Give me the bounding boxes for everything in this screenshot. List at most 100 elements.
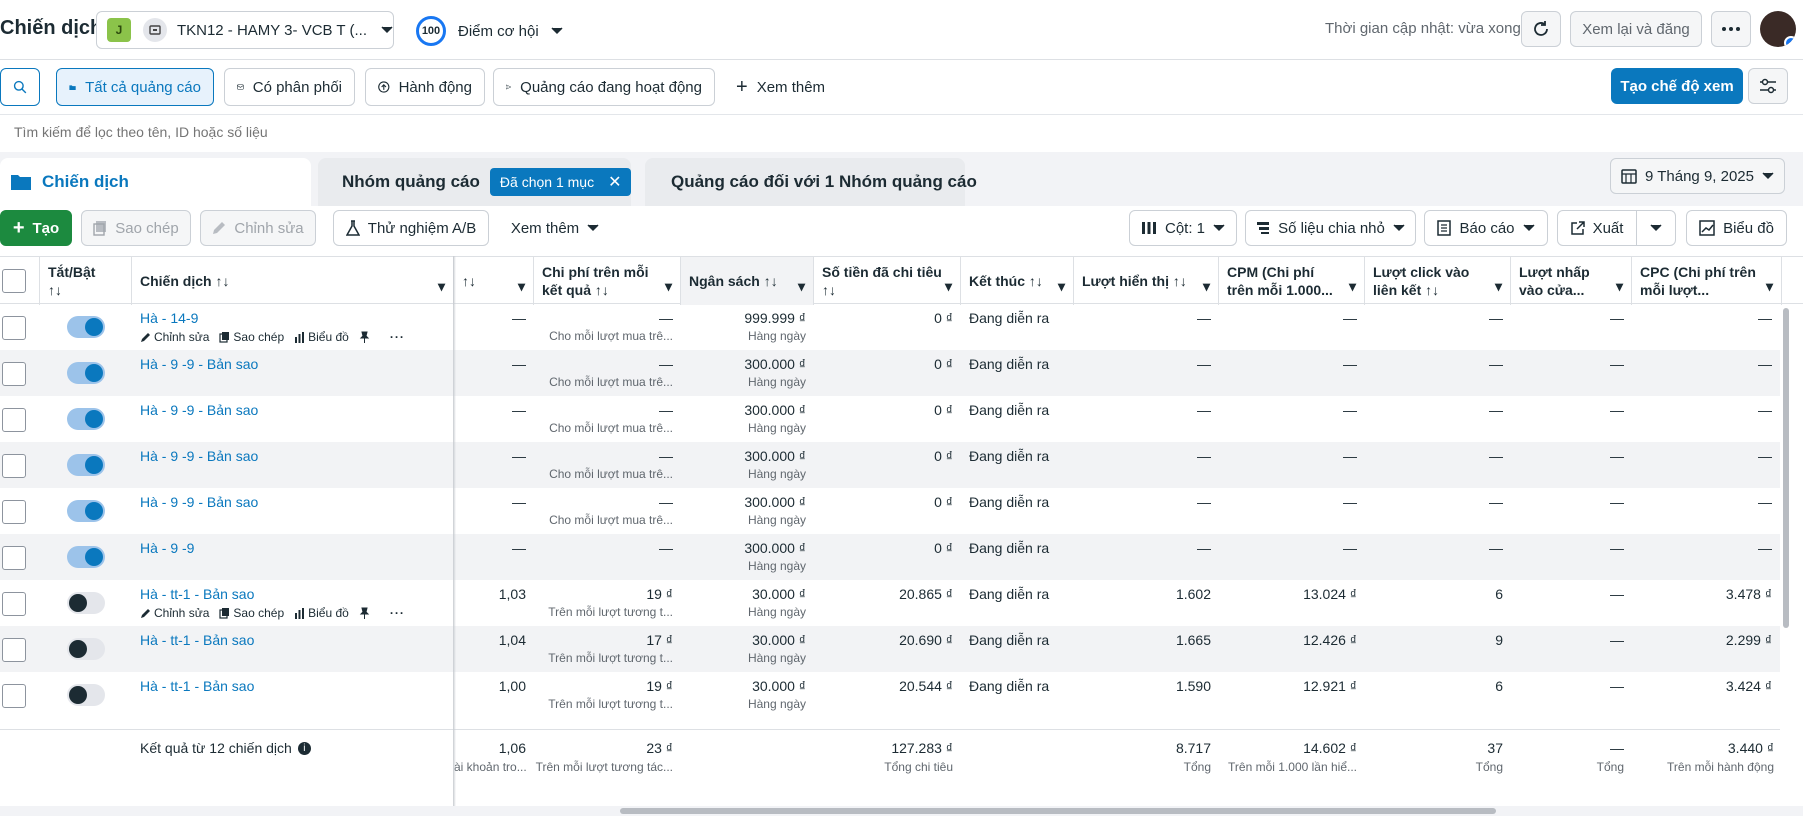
table-row[interactable]: Hà - 9 -9 - Bản sao — — Cho mỗi lượt mua tr… <box>0 396 1780 442</box>
header-result-rate[interactable]: ↑↓ ▾ <box>454 257 534 305</box>
campaign-toggle[interactable] <box>67 454 105 476</box>
columns-button[interactable]: Cột: 1 <box>1129 210 1237 246</box>
row-checkbox[interactable] <box>2 592 26 616</box>
campaign-name-link[interactable]: Hà - 9 -9 - Bản sao <box>140 356 258 372</box>
chart-button[interactable]: Biểu đồ <box>1686 210 1787 246</box>
reports-button[interactable]: Báo cáo <box>1424 210 1548 246</box>
ab-test-button[interactable]: Thử nghiệm A/B <box>333 210 489 246</box>
refresh-button[interactable] <box>1521 11 1561 47</box>
chevron-down-icon[interactable]: ▾ <box>1058 277 1065 295</box>
more-icon[interactable]: ··· <box>390 606 405 620</box>
breakdown-button[interactable]: Số liệu chia nhỏ <box>1245 210 1416 246</box>
opportunity-score[interactable]: 100 Điểm cơ hội <box>416 16 563 46</box>
filter-all-ads[interactable]: Tất cả quảng cáo <box>56 68 214 106</box>
avatar[interactable] <box>1760 11 1796 47</box>
filter-actions[interactable]: Hành động <box>365 68 485 106</box>
campaign-toggle[interactable] <box>67 684 105 706</box>
table-row[interactable]: Hà - tt-1 - Bản sao 1,04 17 ₫ Trên mỗi lượt… <box>0 626 1780 672</box>
review-publish-button[interactable]: Xem lại và đăng <box>1570 11 1702 47</box>
campaign-name-link[interactable]: Hà - 9 -9 - Bản sao <box>140 494 258 510</box>
chevron-down-icon[interactable]: ▾ <box>665 277 672 295</box>
row-checkbox[interactable] <box>2 316 26 340</box>
row-checkbox[interactable] <box>2 454 26 478</box>
vertical-scrollbar-thumb[interactable] <box>1783 308 1789 628</box>
select-all-checkbox[interactable] <box>2 269 26 293</box>
header-shop-clicks[interactable]: Lượt nhấp vào cửa... ▾ <box>1511 257 1632 305</box>
table-row[interactable]: Hà - 9 -9 - Bản sao — — Cho mỗi lượt mua tr… <box>0 488 1780 534</box>
header-campaign[interactable]: Chiến dịch ↑↓ ▾ <box>132 257 454 305</box>
row-chart-action[interactable]: Biểu đồ <box>294 606 349 620</box>
header-cost-per-result[interactable]: Chi phí trên mỗi kết quả ↑↓ ▾ <box>534 257 681 305</box>
header-impressions[interactable]: Lượt hiển thị ↑↓ ▾ <box>1074 257 1219 305</box>
duplicate-button[interactable]: Sao chép <box>81 210 191 246</box>
campaign-name-link[interactable]: Hà - 9 -9 - Bản sao <box>140 448 258 464</box>
chevron-down-icon[interactable]: ▾ <box>945 277 952 295</box>
row-checkbox[interactable] <box>2 362 26 386</box>
campaign-name-link[interactable]: Hà - 9 -9 - Bản sao <box>140 402 258 418</box>
row-edit-action[interactable]: Chỉnh sửa <box>140 330 209 344</box>
chevron-down-icon[interactable]: ▾ <box>1495 277 1502 295</box>
campaign-name-link[interactable]: Hà - tt-1 - Bản sao <box>140 678 254 694</box>
header-budget[interactable]: Ngân sách ↑↓ ▾ <box>681 257 814 305</box>
chevron-down-icon[interactable]: ▾ <box>1616 277 1623 295</box>
header-toggle[interactable]: Tắt/Bật ↑↓ <box>40 257 132 305</box>
row-checkbox[interactable] <box>2 684 26 708</box>
search-button[interactable] <box>0 68 40 106</box>
close-icon[interactable]: ✕ <box>608 172 621 192</box>
chevron-down-icon[interactable]: ▾ <box>438 277 445 295</box>
table-row[interactable]: Hà - tt-1 - Bản sao 1,00 19 ₫ Trên mỗi lượt… <box>0 672 1780 718</box>
more-options-button[interactable] <box>1711 11 1751 47</box>
campaign-toggle[interactable] <box>67 500 105 522</box>
campaign-toggle[interactable] <box>67 592 105 614</box>
more-icon[interactable]: ··· <box>390 330 405 344</box>
filter-delivering[interactable]: Có phân phối <box>224 68 355 106</box>
edit-button[interactable]: Chỉnh sửa <box>200 210 316 246</box>
campaign-toggle[interactable] <box>67 316 105 338</box>
row-checkbox[interactable] <box>2 500 26 524</box>
chevron-down-icon[interactable]: ▾ <box>798 277 805 295</box>
campaign-toggle[interactable] <box>67 362 105 384</box>
create-button[interactable]: + Tạo <box>0 210 72 246</box>
more-button[interactable]: Xem thêm <box>500 210 610 246</box>
campaign-toggle[interactable] <box>67 546 105 568</box>
pin-icon[interactable] <box>359 331 370 343</box>
search-input[interactable] <box>14 124 714 140</box>
selected-badge[interactable]: Đã chọn 1 mục ✕ <box>489 168 632 196</box>
row-edit-action[interactable]: Chỉnh sửa <box>140 606 209 620</box>
table-row[interactable]: Hà - 14-9 Chỉnh sửa Sao chép Biểu đồ ··· — — Ch… <box>0 304 1780 350</box>
chevron-down-icon[interactable]: ▾ <box>518 277 525 295</box>
chevron-down-icon[interactable]: ▾ <box>1766 277 1773 295</box>
campaign-toggle[interactable] <box>67 638 105 660</box>
campaign-name-link[interactable]: Hà - tt-1 - Bản sao <box>140 632 254 648</box>
row-duplicate-action[interactable]: Sao chép <box>219 330 284 344</box>
campaign-name-link[interactable]: Hà - 9 -9 <box>140 540 194 556</box>
tab-adsets[interactable]: Nhóm quảng cáo Đã chọn 1 mục ✕ <box>318 158 632 206</box>
campaign-name-link[interactable]: Hà - 14-9 <box>140 310 198 326</box>
header-ends[interactable]: Kết thúc ↑↓ ▾ <box>961 257 1074 305</box>
row-checkbox[interactable] <box>2 546 26 570</box>
chevron-down-icon[interactable]: ▾ <box>1349 277 1356 295</box>
row-duplicate-action[interactable]: Sao chép <box>219 606 284 620</box>
chevron-down-icon[interactable]: ▾ <box>1203 277 1210 295</box>
campaign-toggle[interactable] <box>67 408 105 430</box>
campaign-name-link[interactable]: Hà - tt-1 - Bản sao <box>140 586 254 602</box>
header-link-clicks[interactable]: Lượt click vào liên kết ↑↓ ▾ <box>1365 257 1511 305</box>
filter-see-more[interactable]: + Xem thêm <box>723 68 829 106</box>
row-chart-action[interactable]: Biểu đồ <box>294 330 349 344</box>
header-amount-spent[interactable]: Số tiền đã chi tiêu ↑↓ ▾ <box>814 257 961 305</box>
table-row[interactable]: Hà - tt-1 - Bản sao Chỉnh sửa Sao chép Biểu… <box>0 580 1780 626</box>
view-settings-button[interactable] <box>1748 68 1788 104</box>
table-row[interactable]: Hà - 9 -9 - Bản sao — — Cho mỗi lượt mua tr… <box>0 442 1780 488</box>
date-range-picker[interactable]: 9 Tháng 9, 2025 <box>1610 158 1785 194</box>
filter-active-ads[interactable]: Quảng cáo đang hoạt động <box>493 68 715 106</box>
info-icon[interactable]: i <box>297 741 311 755</box>
vertical-scrollbar[interactable] <box>1782 304 1790 628</box>
account-selector[interactable]: J TKN12 - HAMY 3- VCB T (... <box>96 11 394 49</box>
header-cpm[interactable]: CPM (Chi phí trên mỗi 1.000... ▾ <box>1219 257 1365 305</box>
export-dropdown[interactable] <box>1636 210 1676 246</box>
header-cpc[interactable]: CPC (Chi phí trên mỗi lượt... ▾ <box>1632 257 1782 305</box>
pin-icon[interactable] <box>359 607 370 619</box>
create-view-button[interactable]: Tạo chế độ xem <box>1611 68 1743 104</box>
row-checkbox[interactable] <box>2 408 26 432</box>
table-row[interactable]: Hà - 9 -9 — — 300.000 ₫ Hàng ngày 0 ₫ Đang diễ… <box>0 534 1780 580</box>
